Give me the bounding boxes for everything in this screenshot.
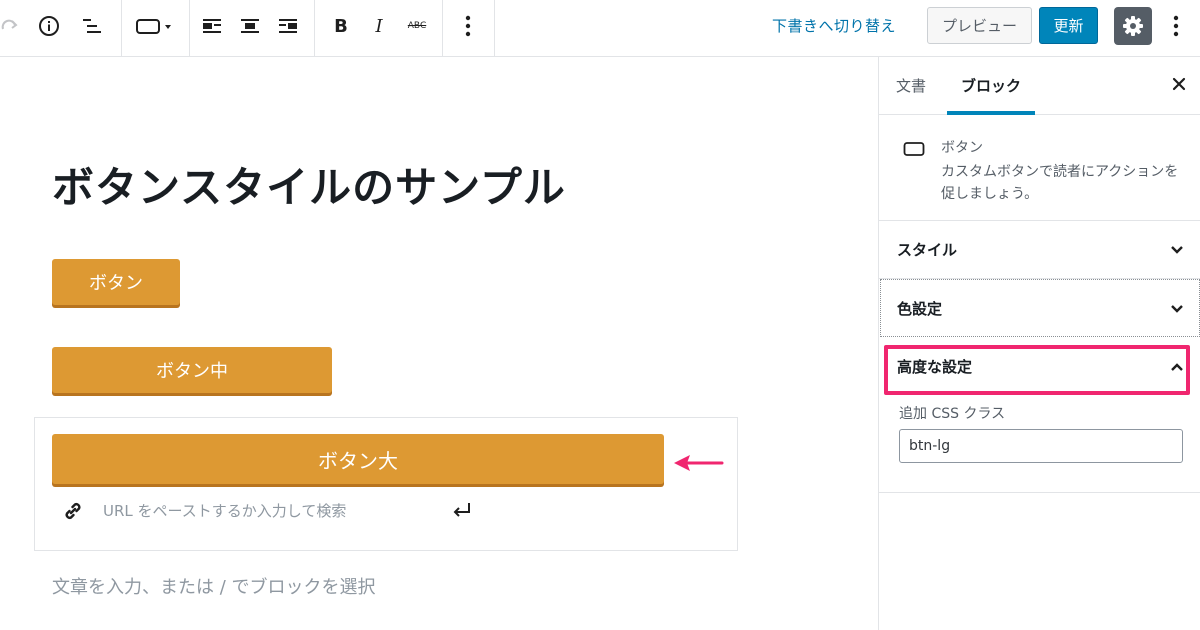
strikethrough-glyph: ABC xyxy=(407,21,427,31)
url-search-input[interactable]: URL をペーストするか入力して検索 xyxy=(103,500,346,521)
align-right-icon[interactable] xyxy=(277,8,299,44)
sample-button-medium[interactable]: ボタン中 xyxy=(52,347,332,393)
editor-toolbar: B I ABC 下書きへ切り替え プレビュー 更新 xyxy=(0,0,1200,57)
settings-gear-icon[interactable] xyxy=(1114,7,1152,45)
toolbar-divider xyxy=(494,0,495,57)
toolbar-divider xyxy=(121,0,122,57)
more-options-icon[interactable] xyxy=(457,8,479,44)
close-icon[interactable] xyxy=(1171,76,1187,96)
tab-document[interactable]: 文書 xyxy=(896,57,926,115)
list-view-icon[interactable] xyxy=(80,8,104,44)
strikethrough-icon[interactable]: ABC xyxy=(403,8,431,44)
link-icon xyxy=(62,500,84,526)
additional-css-class-label: 追加 CSS クラス xyxy=(899,406,1006,422)
info-icon[interactable] xyxy=(36,8,62,44)
post-title[interactable]: ボタンスタイルのサンプル xyxy=(52,154,566,215)
block-name: ボタン xyxy=(941,140,983,156)
toolbar-divider xyxy=(189,0,190,57)
panel-color-label: 色設定 xyxy=(897,300,943,318)
bold-icon[interactable]: B xyxy=(330,8,352,44)
redo-icon[interactable] xyxy=(0,8,20,44)
pointer-arrow-icon xyxy=(672,452,724,478)
panel-divider xyxy=(879,492,1200,493)
button-block-icon xyxy=(903,141,925,161)
block-description: カスタムボタンで読者にアクションを促しましょう。 xyxy=(941,164,1179,202)
align-center-icon[interactable] xyxy=(239,8,261,44)
update-button[interactable]: 更新 xyxy=(1039,7,1098,44)
tab-block[interactable]: ブロック xyxy=(947,57,1036,115)
sample-button-large[interactable]: ボタン大 xyxy=(52,434,664,484)
chevron-down-icon xyxy=(1169,242,1185,262)
submit-enter-icon[interactable] xyxy=(451,501,473,523)
panel-color-settings[interactable]: 色設定 xyxy=(880,279,1200,337)
bold-glyph: B xyxy=(334,15,348,37)
block-card: ボタン カスタムボタンで読者にアクションを促しましょう。 xyxy=(879,115,1200,221)
toolbar-divider xyxy=(442,0,443,57)
additional-css-class-input[interactable]: btn-lg xyxy=(899,429,1183,463)
italic-icon[interactable]: I xyxy=(368,8,390,44)
highlight-box xyxy=(884,345,1190,395)
more-menu-icon[interactable] xyxy=(1166,8,1186,44)
panel-styles[interactable]: スタイル xyxy=(879,221,1200,279)
toolbar-divider xyxy=(314,0,315,57)
sidebar-tabs: 文書 ブロック xyxy=(879,57,1200,115)
paragraph-placeholder[interactable]: 文章を入力、または / でブロックを選択 xyxy=(52,573,376,599)
chevron-down-icon xyxy=(1169,301,1185,321)
settings-sidebar: 文書 ブロック ボタン カスタムボタンで読者にアクションを促しましょう。 スタイ… xyxy=(878,57,1200,630)
sample-button-small[interactable]: ボタン xyxy=(52,259,180,305)
button-block-icon[interactable] xyxy=(134,8,176,44)
panel-styles-label: スタイル xyxy=(897,241,958,259)
align-left-icon[interactable] xyxy=(201,8,223,44)
italic-glyph: I xyxy=(375,15,383,37)
switch-to-draft-link[interactable]: 下書きへ切り替え xyxy=(772,8,896,44)
preview-button[interactable]: プレビュー xyxy=(927,7,1032,44)
